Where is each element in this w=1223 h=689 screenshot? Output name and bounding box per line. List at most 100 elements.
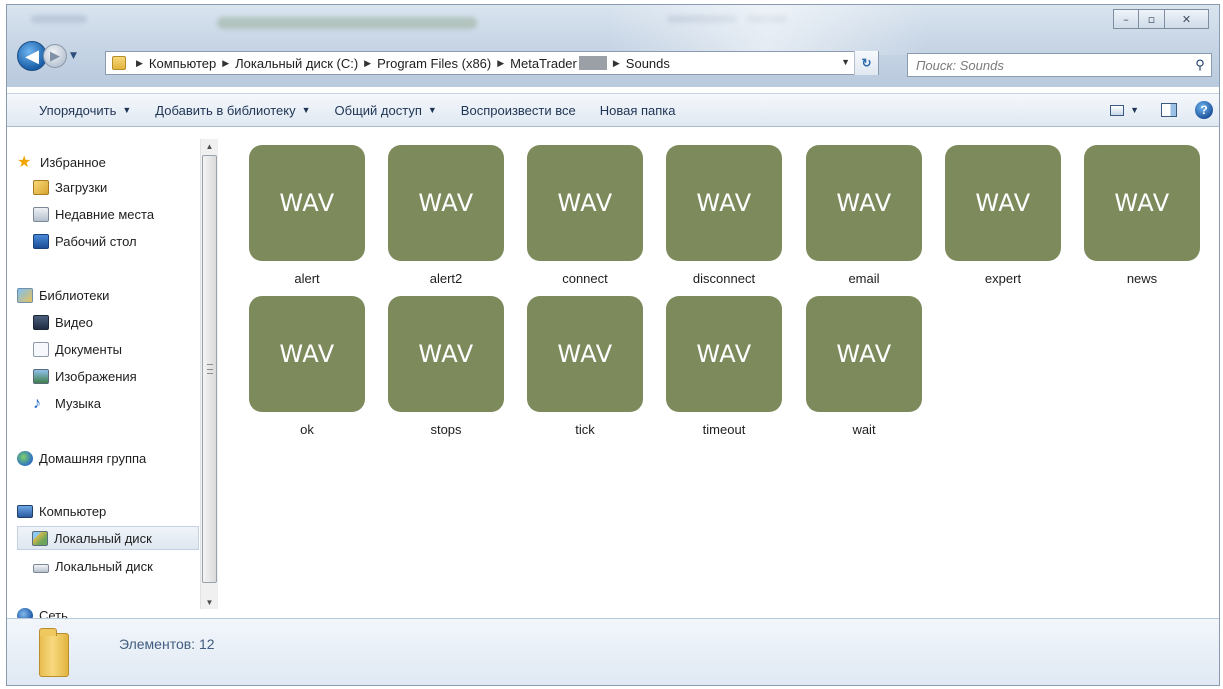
organize-button[interactable]: Упорядочить ▼ (7, 94, 143, 126)
file-name: wait (852, 422, 876, 437)
file-ok[interactable]: WAV ok (242, 296, 372, 446)
breadcrumb-sounds[interactable]: Sounds (626, 56, 670, 71)
star-icon: ★ (17, 153, 32, 171)
file-name: connect (562, 271, 608, 286)
sidebar-item-label: Изображения (55, 368, 137, 384)
sidebar-item-label: Локальный диск (54, 530, 152, 546)
file-name: alert (294, 271, 320, 286)
maximize-button[interactable]: ▫ (1139, 9, 1165, 29)
wav-file-icon: WAV (249, 296, 365, 412)
system-drive-icon (32, 530, 48, 546)
file-timeout[interactable]: WAV timeout (659, 296, 789, 446)
sidebar-item-favorites[interactable]: ★ Избранное (17, 152, 106, 172)
file-list: WAV alert WAV alert2 WAV connect WAV dis… (219, 128, 1219, 618)
sidebar-item-local-disk-c[interactable]: Локальный диск (17, 526, 199, 550)
navigation-pane: ★ Избранное Загрузки Недавние места Рабо… (7, 128, 219, 618)
file-wait[interactable]: WAV wait (799, 296, 929, 446)
file-alert[interactable]: WAV alert (242, 145, 372, 295)
sidebar-item-homegroup[interactable]: Домашняя группа (17, 448, 199, 468)
minimize-button[interactable]: – (1113, 9, 1139, 29)
details-pane: Элементов: 12 (7, 618, 1219, 685)
wav-file-icon: WAV (1084, 145, 1200, 261)
play-all-label: Воспроизвести все (460, 102, 576, 118)
scroll-up-arrow[interactable]: ▲ (201, 139, 218, 153)
documents-library-icon (33, 341, 49, 357)
file-news[interactable]: WAV news (1077, 145, 1207, 295)
sidebar-item-pictures[interactable]: Изображения (33, 366, 137, 386)
breadcrumb-program-files[interactable]: Program Files (x86) (377, 56, 491, 71)
organize-label: Упорядочить (39, 102, 117, 118)
file-name: disconnect (692, 271, 756, 286)
address-history-dropdown[interactable]: ▼ (841, 57, 850, 67)
folder-icon (39, 628, 69, 677)
wav-file-icon: WAV (249, 145, 365, 261)
file-alert2[interactable]: WAV alert2 (381, 145, 511, 295)
recent-pages-button[interactable]: ▼ (70, 51, 82, 61)
breadcrumb-metatrader[interactable]: MetaTrader (510, 56, 577, 71)
address-bar[interactable]: ▶ Компьютер ▶ Локальный диск (C:) ▶ Prog… (105, 51, 879, 75)
change-view-icon[interactable] (1110, 104, 1125, 116)
breadcrumb-separator[interactable]: ▶ (613, 58, 620, 69)
refresh-button[interactable]: ↻ (854, 51, 878, 75)
scroll-down-arrow[interactable]: ▼ (201, 595, 218, 609)
pictures-library-icon (33, 368, 49, 384)
glass-reflection (607, 5, 927, 55)
preview-pane-icon[interactable] (1161, 103, 1177, 117)
wav-file-icon: WAV (388, 296, 504, 412)
play-all-button[interactable]: Воспроизвести все (449, 94, 588, 126)
breadcrumb-separator[interactable]: ▶ (497, 58, 504, 69)
blurred-window-title (217, 17, 477, 29)
file-name: email (848, 271, 880, 286)
wav-file-icon: WAV (806, 296, 922, 412)
sidebar-item-network[interactable]: Сеть (17, 608, 68, 618)
breadcrumb-local-disk-c[interactable]: Локальный диск (C:) (235, 56, 358, 71)
recent-places-icon (33, 206, 49, 222)
sidebar-item-video[interactable]: Видео (33, 312, 93, 332)
scrollbar-thumb[interactable] (202, 155, 217, 583)
search-box[interactable]: ⚲ (907, 53, 1212, 77)
breadcrumb-separator[interactable]: ▶ (136, 58, 143, 69)
sidebar-item-local-disk[interactable]: Локальный диск (33, 556, 199, 576)
add-to-library-button[interactable]: Добавить в библиотеку ▼ (143, 94, 322, 126)
chevron-down-icon: ▼ (427, 105, 437, 115)
close-button[interactable]: ✕ (1165, 9, 1209, 29)
wav-file-icon: WAV (527, 145, 643, 261)
sidebar-item-documents[interactable]: Документы (33, 339, 122, 359)
search-input[interactable] (916, 55, 1189, 75)
downloads-folder-icon (33, 179, 49, 195)
search-icon[interactable]: ⚲ (1189, 57, 1211, 73)
caption-buttons: – ▫ ✕ (1113, 9, 1209, 29)
new-folder-button[interactable]: Новая папка (588, 94, 688, 126)
sidebar-item-label: Сеть (39, 608, 68, 618)
breadcrumb-computer[interactable]: Компьютер (149, 56, 216, 71)
sidebar-item-desktop[interactable]: Рабочий стол (33, 231, 137, 251)
file-connect[interactable]: WAV connect (520, 145, 650, 295)
sidebar-item-label: Компьютер (39, 503, 107, 519)
new-folder-label: Новая папка (599, 102, 676, 118)
share-with-label: Общий доступ (334, 102, 422, 118)
navigation-scrollbar[interactable]: ▲ ▼ (200, 139, 218, 609)
file-expert[interactable]: WAV expert (938, 145, 1068, 295)
sidebar-item-label: Музыка (55, 395, 101, 411)
sidebar-item-label: Локальный диск (55, 558, 153, 574)
sidebar-item-computer[interactable]: Компьютер (17, 501, 106, 521)
view-options-dropdown[interactable]: ▼ (1130, 105, 1139, 115)
sidebar-item-recent-places[interactable]: Недавние места (33, 204, 154, 224)
breadcrumb-separator[interactable]: ▶ (364, 58, 371, 69)
forward-button[interactable]: ▶ (43, 44, 67, 68)
file-disconnect[interactable]: WAV disconnect (659, 145, 789, 295)
sidebar-item-libraries[interactable]: Библиотеки (17, 285, 109, 305)
file-name: ok (300, 422, 314, 437)
file-name: expert (984, 271, 1022, 286)
file-tick[interactable]: WAV tick (520, 296, 650, 446)
help-icon[interactable]: ? (1195, 101, 1213, 119)
sidebar-item-music[interactable]: ♪ Музыка (33, 393, 101, 413)
sidebar-item-downloads[interactable]: Загрузки (33, 177, 107, 197)
back-arrow-icon: ◀ (25, 45, 39, 67)
file-stops[interactable]: WAV stops (381, 296, 511, 446)
breadcrumb-separator[interactable]: ▶ (222, 58, 229, 69)
wav-file-icon: WAV (945, 145, 1061, 261)
file-email[interactable]: WAV email (799, 145, 929, 295)
chevron-down-icon: ▼ (301, 105, 311, 115)
share-with-button[interactable]: Общий доступ ▼ (323, 94, 449, 126)
